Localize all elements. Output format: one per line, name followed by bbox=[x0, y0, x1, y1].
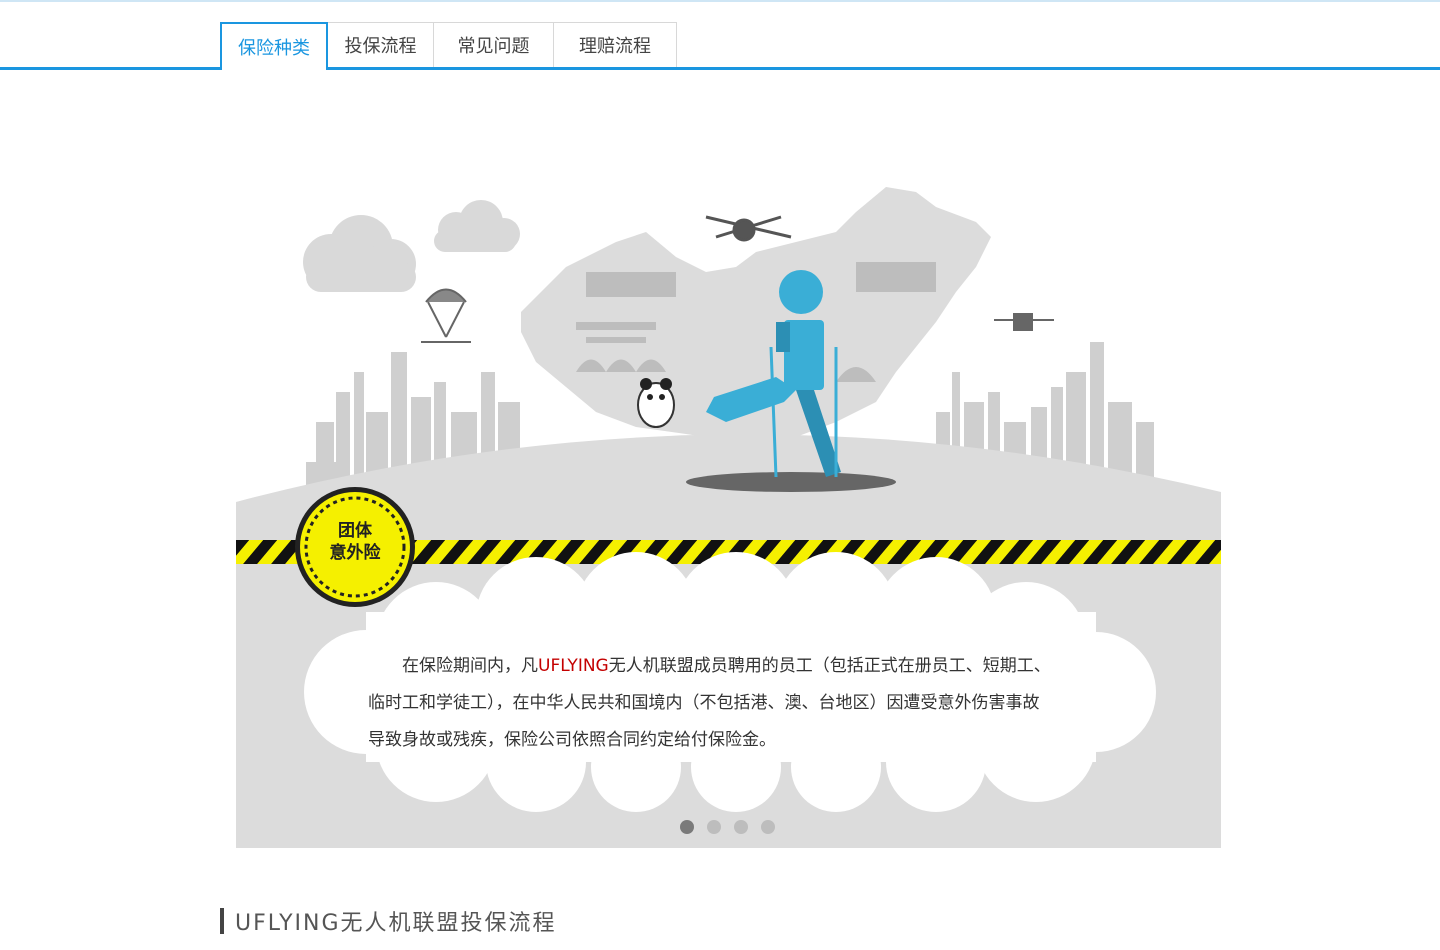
panda-icon bbox=[637, 378, 675, 428]
parachute-drone-icon bbox=[421, 288, 471, 343]
badge-label: 团体 意外险 bbox=[298, 520, 412, 564]
cloud-icon bbox=[303, 200, 520, 292]
tab-faq[interactable]: 常见问题 bbox=[433, 22, 554, 67]
carousel-pagination bbox=[680, 820, 775, 836]
badge-line1: 团体 bbox=[338, 521, 372, 541]
section-heading-bar bbox=[220, 908, 224, 934]
carousel-dot-4[interactable] bbox=[761, 820, 775, 834]
section-heading: UFLYING无人机联盟投保流程 bbox=[220, 906, 557, 936]
tab-insurance-types[interactable]: 保险种类 bbox=[220, 22, 328, 70]
tab-application-process[interactable]: 投保流程 bbox=[327, 22, 434, 67]
carousel-dot-3[interactable] bbox=[734, 820, 748, 834]
carousel-dot-1[interactable] bbox=[680, 820, 694, 834]
brand-name: UFLYING bbox=[538, 656, 609, 676]
tab-underline bbox=[0, 67, 1440, 70]
drone-icon bbox=[994, 313, 1054, 331]
tab-claims-process[interactable]: 理赔流程 bbox=[553, 22, 677, 67]
description-line3: 导致身故或残疾，保险公司依照合同约定给付保险金。 bbox=[368, 730, 776, 750]
drone-icon bbox=[705, 215, 792, 242]
tab-bar: 保险种类 投保流程 常见问题 理赔流程 bbox=[0, 22, 1440, 70]
description-line2: 临时工和学徒工），在中华人民共和国境内（不包括港、澳、台地区）因遭受意外伤害事故 bbox=[368, 693, 1040, 713]
insurance-description: 在保险期间内，凡UFLYING无人机联盟成员聘用的员工（包括正式在册员工、短期工… bbox=[368, 648, 1128, 759]
top-border bbox=[0, 0, 1440, 2]
carousel-dot-2[interactable] bbox=[707, 820, 721, 834]
description-line1: 在保险期间内，凡UFLYING无人机联盟成员聘用的员工（包括正式在册员工、短期工… bbox=[402, 656, 1051, 676]
section-title: UFLYING无人机联盟投保流程 bbox=[235, 911, 557, 936]
badge-line2: 意外险 bbox=[329, 543, 381, 563]
